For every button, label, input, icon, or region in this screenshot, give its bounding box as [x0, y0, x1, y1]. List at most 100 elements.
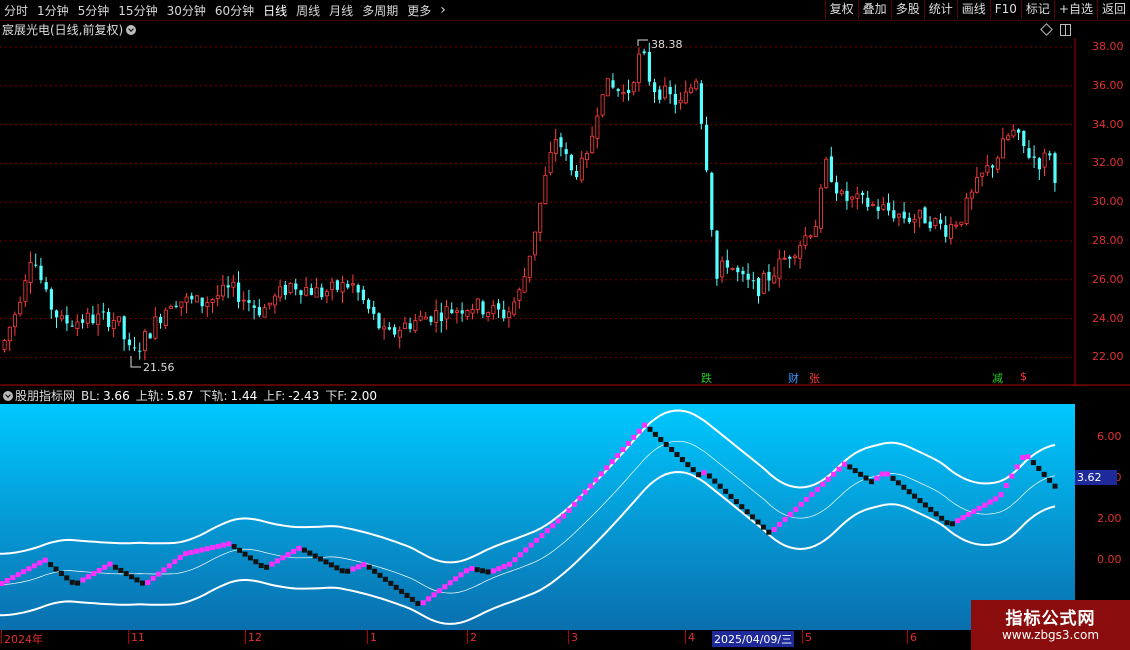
event-marker[interactable]: $ [1019, 370, 1028, 383]
date-label: 6 [910, 631, 917, 644]
period-tab[interactable]: 月线 [329, 2, 353, 19]
candle-body [517, 289, 522, 301]
period-tab[interactable]: 5分钟 [78, 2, 110, 19]
indicator-block [631, 434, 637, 440]
period-tab[interactable]: 多周期 [362, 2, 398, 19]
candle-body [184, 296, 189, 303]
indicator-block [750, 514, 756, 520]
event-marker[interactable]: 减 [991, 370, 1004, 386]
toolbar-button[interactable]: +自选 [1053, 0, 1097, 19]
indicator-block [1030, 460, 1036, 466]
indicator-chart[interactable] [0, 404, 1075, 630]
candle-body [1006, 135, 1011, 140]
candle-body [1017, 129, 1021, 133]
candle-body [460, 310, 464, 314]
period-tab[interactable]: 1分钟 [37, 2, 69, 19]
period-tab[interactable]: 日线 [263, 2, 287, 19]
indicator-block [480, 568, 486, 574]
period-tab[interactable]: 更多 [407, 2, 431, 19]
indicator-block [496, 566, 502, 572]
indicator-block [814, 486, 820, 492]
indicator-block [37, 560, 43, 566]
indicator-block [998, 492, 1004, 498]
indicator-block [658, 436, 664, 442]
indicator-block [274, 558, 280, 564]
date-tick [1, 630, 2, 644]
candle-body [772, 275, 777, 284]
indicator-block [463, 568, 469, 574]
indicator-block [490, 568, 496, 574]
panel-toggle-icon[interactable] [1060, 24, 1071, 36]
indicator-block [609, 459, 615, 465]
candle-body [502, 309, 506, 319]
candle-body [819, 187, 824, 229]
candle-body [564, 149, 568, 154]
watermark: 指标公式网 www.zbgs3.com [971, 600, 1130, 650]
candlestick-chart[interactable] [0, 38, 1130, 386]
event-marker[interactable]: 跌 [700, 370, 713, 386]
toolbar-button[interactable]: 复权 [824, 0, 858, 19]
date-cursor-label: 2025/04/09/三 [712, 631, 795, 647]
toolbar-button[interactable]: 叠加 [857, 0, 891, 19]
candle-body [876, 206, 880, 211]
candle-body [231, 281, 236, 288]
candle-body [215, 295, 220, 299]
candle-body [585, 153, 590, 161]
indicator-block [566, 507, 572, 513]
main-chart-header: 宸展光电(日线,前复权) [0, 21, 1075, 38]
candle-body [975, 177, 980, 193]
candle-body [393, 327, 397, 335]
candle-body [912, 218, 917, 223]
candle-body [7, 326, 12, 342]
candle-body [767, 271, 771, 281]
candle-body [761, 273, 766, 294]
period-tab[interactable]: 30分钟 [167, 2, 206, 19]
toolbar-button[interactable]: 统计 [923, 0, 957, 19]
date-tick [907, 630, 908, 644]
indicator-block [139, 580, 145, 586]
indicator-block [782, 516, 788, 522]
candle-body [252, 305, 256, 308]
candle-body [522, 276, 527, 293]
indicator-block [183, 551, 189, 557]
more-arrow-icon[interactable]: › [440, 2, 446, 18]
candle-body [663, 85, 668, 99]
candle-body [866, 197, 870, 207]
candle-body [387, 327, 391, 330]
indicator-block [285, 552, 291, 558]
event-marker[interactable]: 财 [787, 370, 800, 386]
period-tab[interactable]: 周线 [296, 2, 320, 19]
candle-body [413, 320, 418, 331]
period-tab[interactable]: 60分钟 [215, 2, 254, 19]
candle-body [543, 175, 548, 205]
indicator-header: 股朋指标网 BL: 3.66 上轨: 5.87 下轨: 1.44 上F: -2.43 下F: 2.0… [0, 386, 1075, 404]
indicator-block [831, 471, 837, 477]
diamond-icon[interactable] [1040, 23, 1053, 36]
indicator-block [512, 557, 518, 563]
candle-body [845, 190, 849, 201]
high-price-marker: 38.38 [651, 38, 683, 51]
period-tab[interactable]: 分时 [4, 2, 28, 19]
indicator-block [539, 532, 545, 538]
date-tick [568, 630, 569, 644]
candle-body [954, 224, 959, 227]
price-axis-label: 24.00 [1092, 311, 1124, 325]
toolbar-button[interactable]: 标记 [1020, 0, 1054, 19]
indicator-name[interactable]: 股朋指标网 [15, 389, 75, 403]
candle-body [111, 320, 116, 329]
indicator-block [534, 537, 540, 543]
period-tab[interactable]: 15分钟 [118, 2, 157, 19]
toolbar-button[interactable]: 多股 [890, 0, 924, 19]
toolbar-button[interactable]: 画线 [956, 0, 990, 19]
candle-body [117, 316, 122, 323]
candle-body [595, 115, 600, 139]
indicator-block [4, 578, 10, 584]
candle-body [658, 89, 662, 100]
chevron-down-icon[interactable] [126, 25, 137, 35]
indicator-block [58, 570, 64, 576]
toolbar-button[interactable]: F10 [989, 0, 1021, 19]
toolbar-button[interactable]: 返回 [1096, 0, 1130, 19]
event-marker[interactable]: 张 [808, 370, 821, 386]
chevron-down-icon[interactable] [3, 391, 13, 401]
candle-body [18, 301, 23, 315]
